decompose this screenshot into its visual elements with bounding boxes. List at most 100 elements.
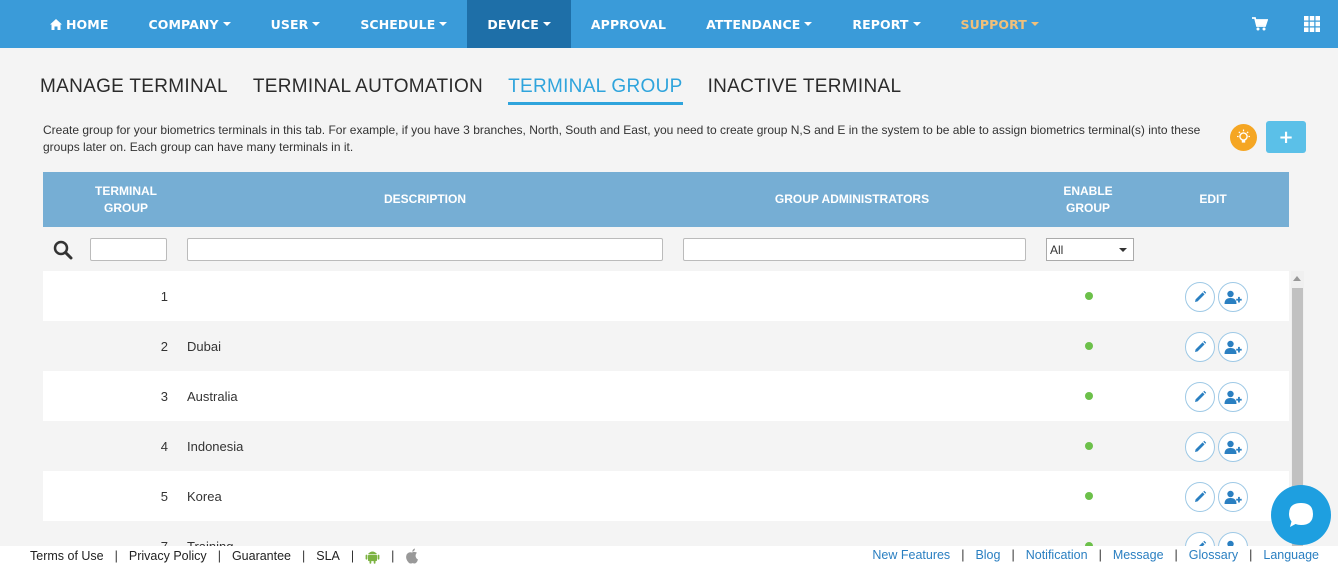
add-group-button[interactable]: + bbox=[1266, 121, 1306, 153]
footer-separator: | bbox=[217, 549, 221, 563]
add-admin-button[interactable] bbox=[1218, 282, 1248, 312]
nav-company[interactable]: COMPANY bbox=[128, 0, 250, 48]
enabled-status-dot bbox=[1085, 292, 1093, 300]
filter-terminal-group-input[interactable] bbox=[90, 238, 167, 261]
table-header: TERMINAL GROUP DESCRIPTION GROUP ADMINIST… bbox=[43, 172, 1289, 227]
chevron-down-icon bbox=[439, 22, 448, 26]
search-icon bbox=[53, 240, 73, 260]
footer-separator: | bbox=[114, 549, 118, 563]
footer-notification-link[interactable]: Notification bbox=[1026, 548, 1088, 562]
tab-terminal-group[interactable]: TERMINAL GROUP bbox=[508, 76, 683, 105]
edit-button[interactable] bbox=[1185, 282, 1215, 312]
apps-grid-icon bbox=[1304, 16, 1320, 32]
footer-sla-link[interactable]: SLA bbox=[316, 549, 340, 563]
row-group-id: 7 bbox=[160, 538, 168, 547]
add-admin-button[interactable] bbox=[1218, 532, 1248, 546]
nav-user[interactable]: USER bbox=[251, 0, 341, 48]
col-description[interactable]: DESCRIPTION bbox=[187, 172, 663, 227]
footer-separator: | bbox=[961, 548, 965, 562]
col-enable-group[interactable]: ENABLE GROUP bbox=[1043, 172, 1133, 227]
enabled-status-dot bbox=[1085, 442, 1093, 450]
add-admin-button[interactable] bbox=[1218, 332, 1248, 362]
footer-separator: | bbox=[391, 549, 395, 563]
col-edit: EDIT bbox=[1199, 192, 1227, 206]
footer-left-links: Terms of Use | Privacy Policy | Guarante… bbox=[30, 548, 419, 564]
filter-admins-input[interactable] bbox=[683, 238, 1026, 261]
enabled-status-dot bbox=[1085, 492, 1093, 500]
footer-language-link[interactable]: Language bbox=[1263, 548, 1319, 562]
nav-report[interactable]: REPORT bbox=[832, 0, 940, 48]
row-group-id: 4 bbox=[160, 438, 168, 454]
chevron-down-icon bbox=[804, 22, 813, 26]
footer-terms-link[interactable]: Terms of Use bbox=[30, 549, 104, 563]
row-group-id: 3 bbox=[160, 388, 168, 404]
android-icon[interactable] bbox=[365, 548, 380, 564]
col-group-administrators[interactable]: GROUP ADMINISTRATORS bbox=[683, 172, 1021, 227]
tab-terminal-automation[interactable]: TERMINAL AUTOMATION bbox=[253, 76, 483, 105]
chevron-down-icon bbox=[912, 22, 921, 26]
apple-icon[interactable] bbox=[405, 548, 419, 564]
footer-blog-link[interactable]: Blog bbox=[975, 548, 1000, 562]
cart-button[interactable] bbox=[1234, 0, 1286, 48]
footer-separator: | bbox=[1174, 548, 1178, 562]
nav-home-label: HOME bbox=[66, 16, 109, 32]
lightbulb-icon bbox=[1237, 129, 1250, 143]
apps-button[interactable] bbox=[1286, 0, 1338, 48]
nav-support-label: SUPPORT bbox=[960, 16, 1027, 32]
row-description: Dubai bbox=[187, 338, 221, 354]
nav-device[interactable]: DEVICE bbox=[467, 0, 571, 48]
filter-description-input[interactable] bbox=[187, 238, 663, 261]
add-admin-button[interactable] bbox=[1218, 382, 1248, 412]
edit-button[interactable] bbox=[1185, 432, 1215, 462]
terminal-tabs: MANAGE TERMINAL TERMINAL AUTOMATION TERM… bbox=[40, 76, 926, 105]
cart-icon bbox=[1252, 17, 1268, 31]
footer-guarantee-link[interactable]: Guarantee bbox=[232, 549, 291, 563]
user-plus-icon bbox=[1224, 440, 1242, 454]
chevron-down-icon bbox=[1119, 248, 1127, 252]
filter-row: All bbox=[43, 227, 1289, 271]
nav-approval[interactable]: APPROVAL bbox=[571, 0, 686, 48]
col-terminal-group[interactable]: TERMINAL GROUP bbox=[83, 172, 169, 227]
nav-schedule[interactable]: SCHEDULE bbox=[340, 0, 467, 48]
scroll-up-arrow-icon[interactable] bbox=[1293, 276, 1301, 281]
footer-privacy-link[interactable]: Privacy Policy bbox=[129, 549, 207, 563]
tab-inactive-terminal[interactable]: INACTIVE TERMINAL bbox=[708, 76, 902, 105]
chat-bubble-icon bbox=[1289, 503, 1313, 527]
add-admin-button[interactable] bbox=[1218, 482, 1248, 512]
footer-message-link[interactable]: Message bbox=[1113, 548, 1164, 562]
user-plus-icon bbox=[1224, 490, 1242, 504]
edit-button[interactable] bbox=[1185, 482, 1215, 512]
nav-support[interactable]: SUPPORT bbox=[941, 0, 1059, 48]
tab-manage-terminal[interactable]: MANAGE TERMINAL bbox=[40, 76, 228, 105]
page-description: Create group for your biometrics termina… bbox=[43, 123, 1201, 154]
col-enable-group-line2: GROUP bbox=[1065, 200, 1110, 215]
chat-launcher-button[interactable] bbox=[1271, 485, 1331, 545]
nav-device-label: DEVICE bbox=[487, 16, 539, 32]
col-enable-group-line1: ENABLE bbox=[1063, 183, 1113, 198]
edit-button[interactable] bbox=[1185, 532, 1215, 546]
footer-glossary-link[interactable]: Glossary bbox=[1189, 548, 1238, 562]
enabled-status-dot bbox=[1085, 342, 1093, 350]
footer-separator: | bbox=[1011, 548, 1015, 562]
footer-new-features-link[interactable]: New Features bbox=[872, 548, 950, 562]
filter-enable-select[interactable]: All bbox=[1046, 238, 1134, 261]
nav-home[interactable]: HOME bbox=[0, 0, 128, 48]
row-group-id: 2 bbox=[160, 338, 168, 354]
edit-button[interactable] bbox=[1185, 332, 1215, 362]
chevron-down-icon bbox=[312, 22, 321, 26]
user-plus-icon bbox=[1224, 340, 1242, 354]
table-row: 2 Dubai bbox=[43, 321, 1289, 371]
user-plus-icon bbox=[1224, 390, 1242, 404]
footer-separator: | bbox=[1098, 548, 1102, 562]
table-row: 3 Australia bbox=[43, 371, 1289, 421]
edit-button[interactable] bbox=[1185, 382, 1215, 412]
tips-button[interactable] bbox=[1230, 124, 1257, 151]
nav-approval-label: APPROVAL bbox=[590, 16, 667, 32]
footer-separator: | bbox=[350, 549, 355, 563]
nav-attendance[interactable]: ATTENDANCE bbox=[686, 0, 832, 48]
add-admin-button[interactable] bbox=[1218, 432, 1248, 462]
nav-company-label: COMPANY bbox=[148, 16, 219, 32]
table-row: 1 bbox=[43, 271, 1289, 321]
col-terminal-group-line2: GROUP bbox=[103, 200, 148, 215]
pencil-icon bbox=[1195, 340, 1207, 352]
